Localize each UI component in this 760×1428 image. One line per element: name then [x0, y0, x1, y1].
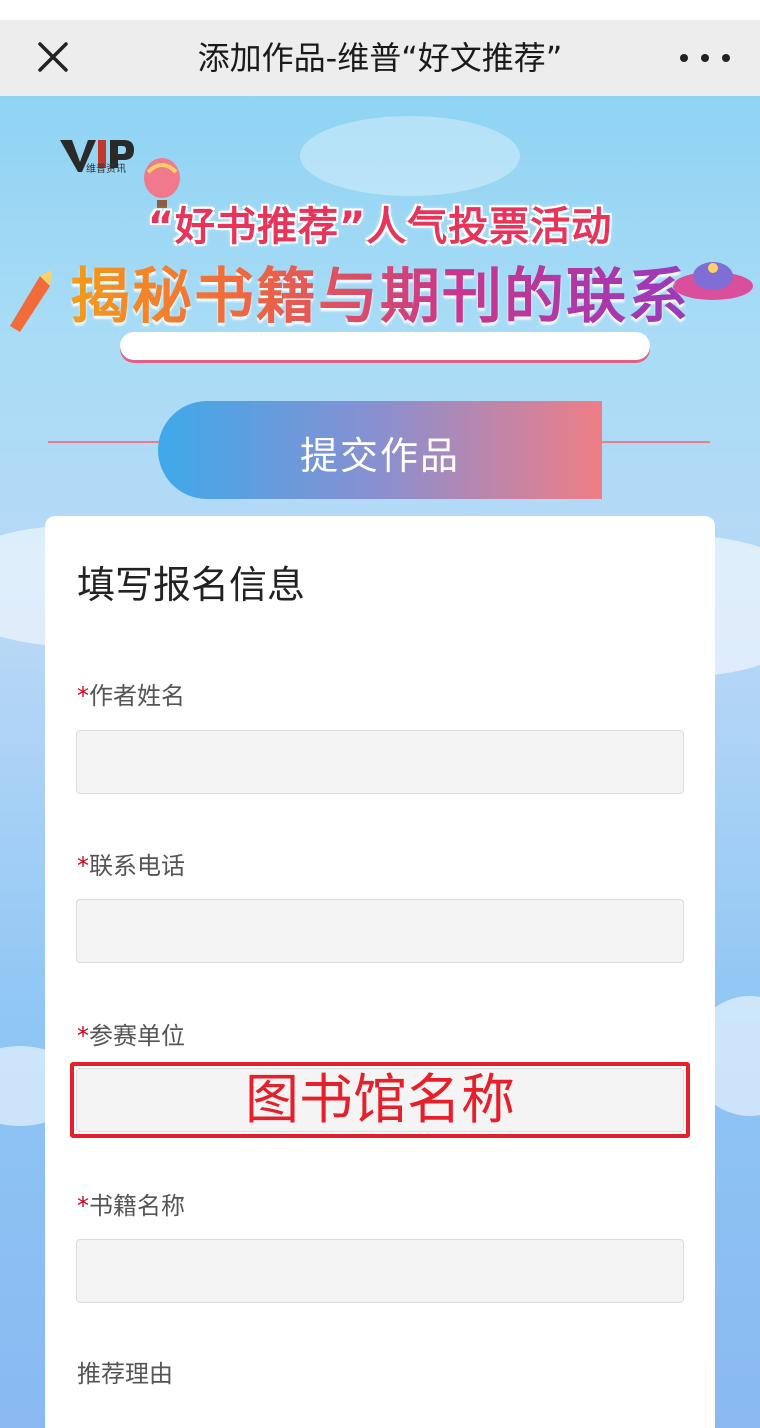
- title-bar: 添加作品-维普“好文推荐”: [0, 20, 760, 96]
- divider-line-right: [602, 441, 710, 443]
- campaign-subheadline: 揭秘书籍与期刊的联系: [0, 248, 760, 335]
- close-icon[interactable]: [30, 36, 74, 80]
- logo-text: 维普资讯: [86, 164, 126, 175]
- author-name-input[interactable]: [76, 730, 684, 794]
- recommendation-reason-label: 推荐理由: [77, 1360, 173, 1388]
- phone-label: *联系电话: [77, 852, 185, 880]
- registration-form-card: 填写报名信息 *作者姓名 *联系电话 *参赛单位 *书籍名称 推荐理由: [45, 516, 715, 1428]
- annotation-text: 图书馆名称: [245, 1068, 515, 1131]
- more-dots-icon[interactable]: [680, 46, 730, 70]
- page-content: 维普资讯 “好书推荐”人气投票活动 揭秘书籍与期刊的联系 揭秘书籍与期刊的联系 …: [0, 96, 760, 1428]
- book-title-label: *书籍名称: [77, 1192, 185, 1220]
- form-title: 填写报名信息: [77, 563, 306, 607]
- divider-line-left: [48, 441, 160, 443]
- submit-work-banner: 提交作品: [158, 401, 602, 499]
- organization-label: *参赛单位: [77, 1022, 185, 1050]
- submit-work-label: 提交作品: [299, 434, 460, 478]
- book-title-input[interactable]: [76, 1239, 684, 1303]
- headline-ribbon: [120, 332, 650, 360]
- page-title: 添加作品-维普“好文推荐”: [197, 39, 563, 77]
- author-name-label: *作者姓名: [77, 682, 185, 710]
- campaign-headline: “好书推荐”人气投票活动: [147, 204, 613, 250]
- phone-input[interactable]: [76, 899, 684, 963]
